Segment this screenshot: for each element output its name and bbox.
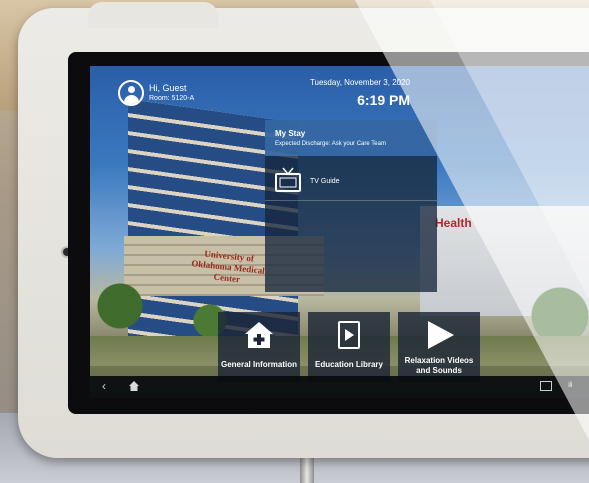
enclosure-notch [88,2,218,28]
general-information-label: General Information [220,360,297,369]
greeting-text: Hi, Guest [149,83,187,93]
my-stay-header[interactable]: My Stay Expected Discharge: Ask your Car… [265,120,437,156]
education-library-label: Education Library [314,360,383,369]
discharge-text: Expected Discharge: Ask your Care Team [275,141,386,147]
play-icon [428,321,454,349]
general-information-tile[interactable]: General Information [218,312,300,382]
date-text: Tuesday, November 3, 2020 [309,78,410,87]
avatar-head [128,86,135,93]
time-text: 6:19 PM [357,92,410,108]
relaxation-videos-tile[interactable]: Relaxation Videos and Sounds [398,312,480,382]
home-icon[interactable] [128,380,140,392]
tv-guide-label: TV Guide [310,178,340,185]
room-number: Room: 5120-A [149,95,195,102]
my-stay-title: My Stay [275,129,306,138]
health-sign: Health [435,216,472,230]
system-nav-bar: ‹ ⅲ [90,376,589,398]
video-file-icon [338,321,360,349]
back-chevron-icon[interactable]: ‹ [102,379,106,393]
screen-cast-icon[interactable] [540,381,552,391]
relaxation-videos-label: Relaxation Videos and Sounds [404,356,474,375]
tv-icon [275,167,301,192]
tablet-stand [300,455,314,483]
user-avatar-icon[interactable] [118,80,144,106]
house-plus-icon [245,322,273,348]
my-stay-panel: My Stay Expected Discharge: Ask your Car… [265,120,437,292]
education-library-tile[interactable]: Education Library [308,312,390,382]
tv-guide-item[interactable]: TV Guide [265,160,437,201]
avatar-body [124,95,139,104]
